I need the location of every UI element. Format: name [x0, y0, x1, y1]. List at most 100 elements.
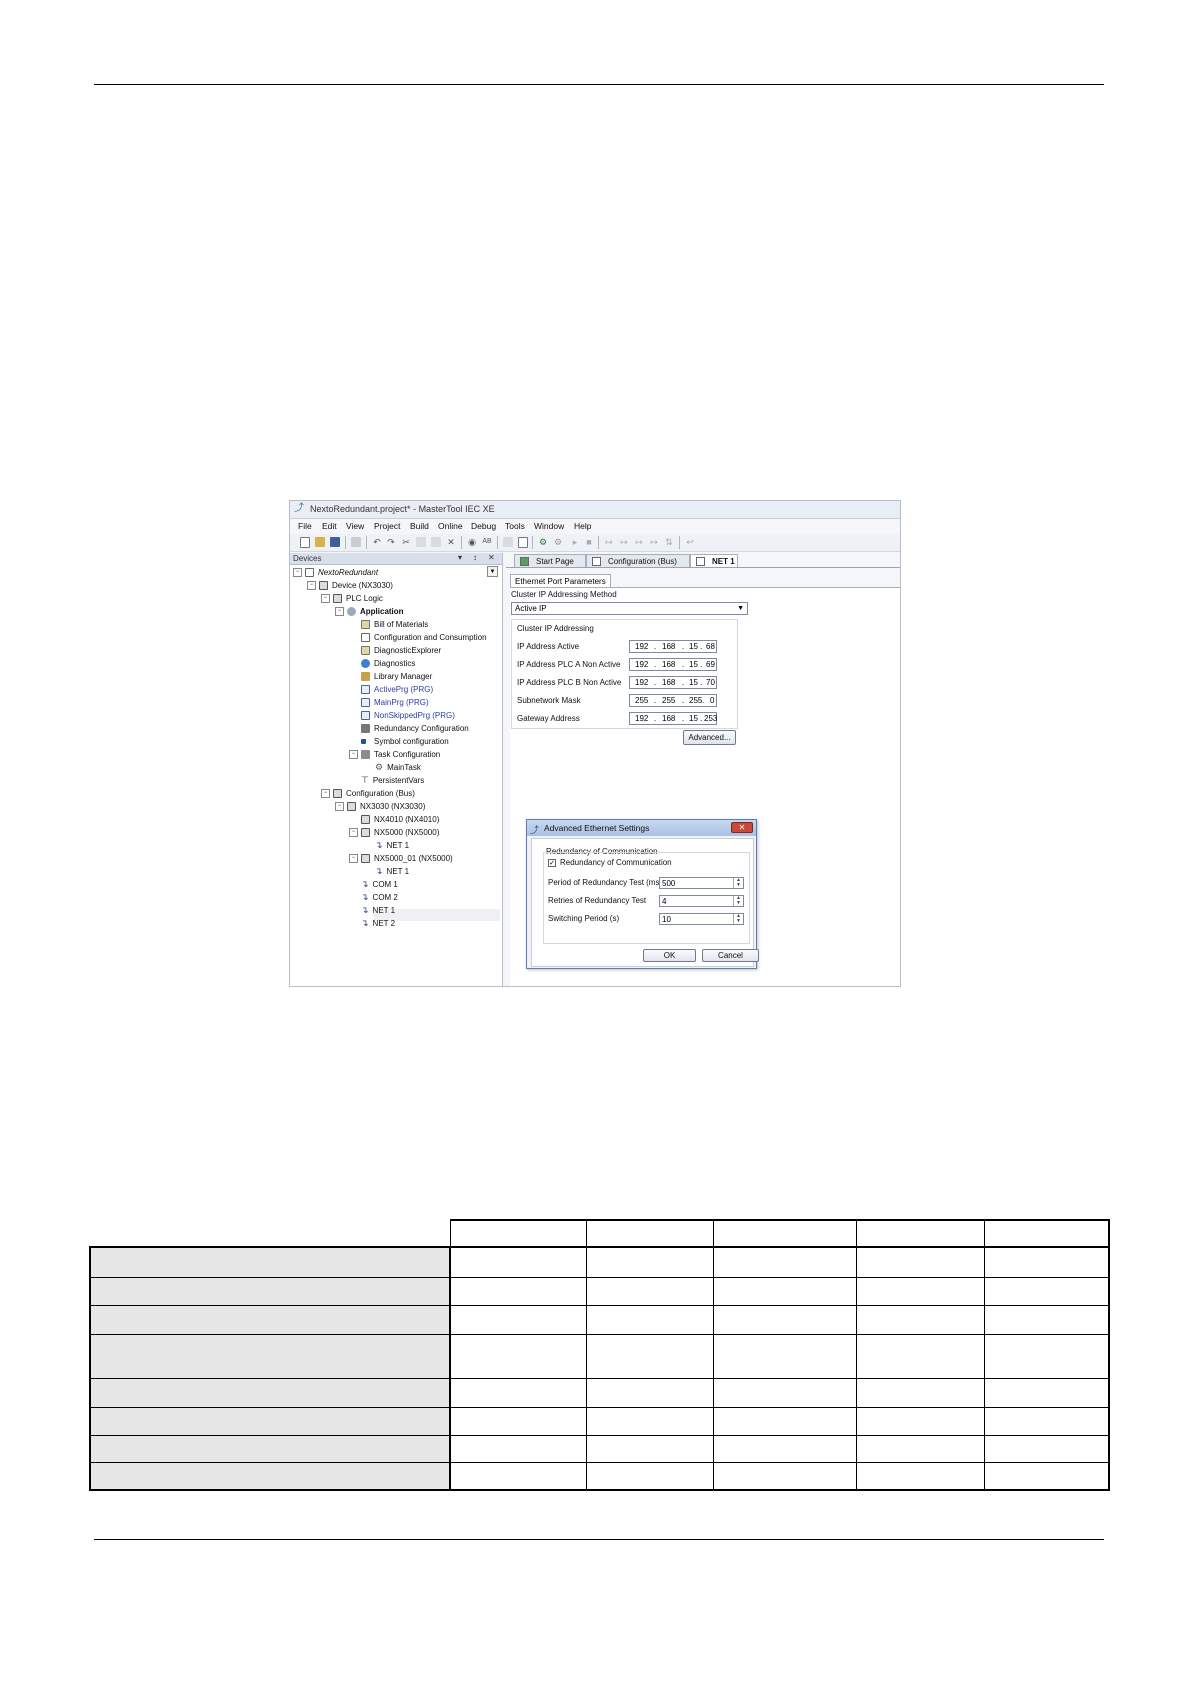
- retries-spinner[interactable]: 4 ▲ ▼: [659, 895, 744, 907]
- tree-node-plc-logic[interactable]: − PLC Logic: [321, 592, 383, 605]
- tree-node-maintask[interactable]: ⚙ MainTask: [375, 761, 421, 774]
- tree-node-project[interactable]: − NextoRedundant: [293, 566, 378, 579]
- tree-node-diagnostic-explorer[interactable]: DiagnosticExplorer: [361, 644, 441, 657]
- collapse-icon[interactable]: −: [321, 789, 330, 798]
- collapse-icon[interactable]: −: [307, 581, 316, 590]
- force-values-icon[interactable]: ↩: [685, 537, 695, 547]
- menu-file[interactable]: File: [298, 521, 312, 531]
- tree-node-nonskippedprg[interactable]: NonSkippedPrg (PRG): [361, 709, 455, 722]
- tree-node-configuration-consumption[interactable]: Configuration and Consumption: [361, 631, 487, 644]
- period-spinner[interactable]: 500 ▲ ▼: [659, 877, 744, 889]
- tree-node-configuration-bus[interactable]: − Configuration (Bus): [321, 787, 415, 800]
- tab-start-page[interactable]: Start Page: [514, 554, 586, 567]
- ip-plc-a-field[interactable]: 192. 168. 15. 69: [629, 658, 717, 671]
- switching-spinner[interactable]: 10 ▲ ▼: [659, 913, 744, 925]
- tree-dropdown-button[interactable]: ▼: [487, 566, 498, 577]
- tree-node-application[interactable]: − Application: [335, 605, 404, 618]
- menu-help[interactable]: Help: [574, 521, 591, 531]
- write-values-icon[interactable]: ⇅: [664, 537, 674, 547]
- tree-node-redundancy-configuration[interactable]: Redundancy Configuration: [361, 722, 469, 735]
- collapse-icon[interactable]: −: [349, 828, 358, 837]
- tree-node-activeprg[interactable]: ActivePrg (PRG): [361, 683, 433, 696]
- tree-node-nx5000-net1[interactable]: ↴ NET 1: [375, 839, 409, 852]
- menu-build[interactable]: Build: [410, 521, 429, 531]
- ip-active-field[interactable]: 192. 168. 15. 68: [629, 640, 717, 653]
- pin-icon[interactable]: ↕: [473, 553, 477, 562]
- replace-icon[interactable]: AB: [482, 537, 492, 547]
- tree-node-persistentvars[interactable]: ⊤ PersistentVars: [361, 774, 424, 787]
- delete-icon[interactable]: ✕: [446, 537, 456, 547]
- step-over-icon[interactable]: ↦: [604, 537, 614, 547]
- undo-icon[interactable]: ↶: [372, 537, 382, 547]
- close-icon[interactable]: ✕: [731, 822, 753, 833]
- find-icon[interactable]: ◉: [467, 537, 477, 547]
- table-row: [89, 1377, 1110, 1408]
- tree-node-nx5000-01-net1[interactable]: ↴ NET 1: [375, 865, 409, 878]
- tree-node-label: Symbol configuration: [374, 737, 449, 746]
- collapse-icon[interactable]: −: [335, 607, 344, 616]
- menu-project[interactable]: Project: [374, 521, 400, 531]
- tree-node-nx4010[interactable]: NX4010 (NX4010): [361, 813, 439, 826]
- step-out-icon[interactable]: ↦: [634, 537, 644, 547]
- spinner-arrows-icon[interactable]: ▲ ▼: [733, 914, 743, 924]
- redundancy-checkbox[interactable]: ✓: [548, 859, 556, 867]
- breakpoint-icon[interactable]: ↦: [649, 537, 659, 547]
- copy-icon[interactable]: [416, 537, 426, 547]
- tab-ethernet-port-parameters[interactable]: Ethernet Port Parameters: [510, 574, 611, 588]
- menu-window[interactable]: Window: [534, 521, 564, 531]
- ok-button[interactable]: OK: [643, 949, 696, 962]
- select-all-icon[interactable]: [503, 537, 513, 547]
- tree-node-com1[interactable]: ↴ COM 1: [361, 878, 398, 891]
- tab-net1[interactable]: NET 1: [690, 554, 738, 567]
- tree-node-device[interactable]: − Device (NX3030): [307, 579, 393, 592]
- pane-menu-icon[interactable]: ▾: [458, 553, 462, 562]
- save-icon[interactable]: [330, 537, 340, 547]
- gateway-field[interactable]: 192. 168. 15. 253: [629, 712, 717, 725]
- menu-debug[interactable]: Debug: [471, 521, 496, 531]
- addressing-method-select[interactable]: Active IP ▼: [511, 602, 748, 615]
- collapse-icon[interactable]: −: [349, 750, 358, 759]
- octet: 168: [662, 678, 676, 687]
- spinner-arrows-icon[interactable]: ▲ ▼: [733, 878, 743, 888]
- tree-node-symbol-configuration[interactable]: Symbol configuration: [361, 735, 449, 748]
- tree-node-net2[interactable]: ↴ NET 2: [361, 917, 395, 930]
- tab-configuration-bus[interactable]: Configuration (Bus): [586, 554, 690, 567]
- tree-node-bill-of-materials[interactable]: Bill of Materials: [361, 618, 428, 631]
- new-object-icon[interactable]: [518, 537, 528, 548]
- open-icon[interactable]: [315, 537, 325, 547]
- build-icon[interactable]: ⚙: [538, 537, 548, 547]
- tree-node-nx5000[interactable]: − NX5000 (NX5000): [349, 826, 439, 839]
- tree-node-task-configuration[interactable]: − Task Configuration: [349, 748, 440, 761]
- menu-tools[interactable]: Tools: [505, 521, 525, 531]
- new-icon[interactable]: [300, 537, 310, 548]
- collapse-icon[interactable]: −: [293, 568, 302, 577]
- tree-node-com2[interactable]: ↴ COM 2: [361, 891, 398, 904]
- subnet-mask-field[interactable]: 255. 255. 255. 0: [629, 694, 717, 707]
- redo-icon[interactable]: ↷: [386, 537, 396, 547]
- spinner-arrows-icon[interactable]: ▲ ▼: [733, 896, 743, 906]
- tree-node-diagnostics[interactable]: Diagnostics: [361, 657, 415, 670]
- print-icon[interactable]: [351, 537, 361, 547]
- ip-plc-b-field[interactable]: 192. 168. 15. 70: [629, 676, 717, 689]
- collapse-icon[interactable]: −: [321, 594, 330, 603]
- advanced-button[interactable]: Advanced...: [683, 730, 736, 745]
- rebuild-icon[interactable]: ⚙: [553, 537, 563, 547]
- tree-node-library-manager[interactable]: Library Manager: [361, 670, 432, 683]
- step-into-icon[interactable]: ↦: [619, 537, 629, 547]
- tree-node-mainprg[interactable]: MainPrg (PRG): [361, 696, 429, 709]
- menu-edit[interactable]: Edit: [322, 521, 337, 531]
- run-icon[interactable]: ▸: [570, 537, 580, 547]
- cut-icon[interactable]: ✂: [401, 537, 411, 547]
- cancel-button[interactable]: Cancel: [702, 949, 759, 962]
- pane-close-icon[interactable]: ✕: [488, 553, 495, 562]
- collapse-icon[interactable]: −: [349, 854, 358, 863]
- collapse-icon[interactable]: −: [335, 802, 344, 811]
- tree-node-nx3030[interactable]: − NX3030 (NX3030): [335, 800, 425, 813]
- paste-icon[interactable]: [431, 537, 441, 547]
- tree-node-net1[interactable]: ↴ NET 1: [361, 904, 395, 917]
- stop-icon[interactable]: ■: [584, 537, 594, 547]
- menu-view[interactable]: View: [346, 521, 364, 531]
- octet: 70: [706, 678, 715, 687]
- menu-online[interactable]: Online: [438, 521, 463, 531]
- tree-node-nx5000-01[interactable]: − NX5000_01 (NX5000): [349, 852, 453, 865]
